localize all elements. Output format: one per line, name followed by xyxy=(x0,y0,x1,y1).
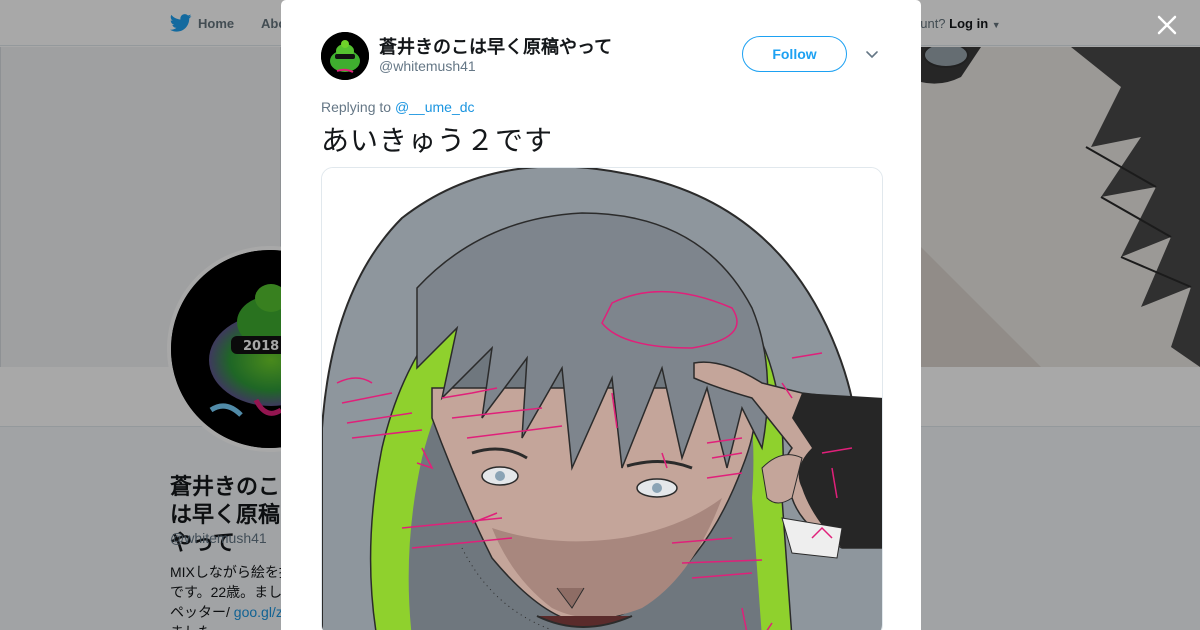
tweet-options-button[interactable] xyxy=(862,44,882,64)
replying-to-link[interactable]: @__ume_dc xyxy=(395,99,475,115)
hooded-character-illustration xyxy=(322,168,882,630)
tweet-text: あいきゅう２です xyxy=(321,125,554,156)
tweet-author-name[interactable]: 蒼井きのこは早く原稿やって xyxy=(379,33,612,59)
tweet-media-image[interactable] xyxy=(321,167,883,630)
replying-to-line: Replying to @__ume_dc xyxy=(321,99,475,115)
tweet-author-handle[interactable]: @whitemush41 xyxy=(379,58,476,74)
tweet-modal: 蒼井きのこは早く原稿やって @whitemush41 Follow Replyi… xyxy=(281,0,921,630)
follow-button[interactable]: Follow xyxy=(742,36,847,72)
chevron-down-icon xyxy=(866,51,878,59)
replying-prefix: Replying to xyxy=(321,99,392,115)
close-button[interactable] xyxy=(1152,10,1182,40)
close-icon xyxy=(1157,15,1177,35)
tweet-author-avatar[interactable] xyxy=(321,32,369,80)
author-avatar-artwork xyxy=(321,32,369,80)
